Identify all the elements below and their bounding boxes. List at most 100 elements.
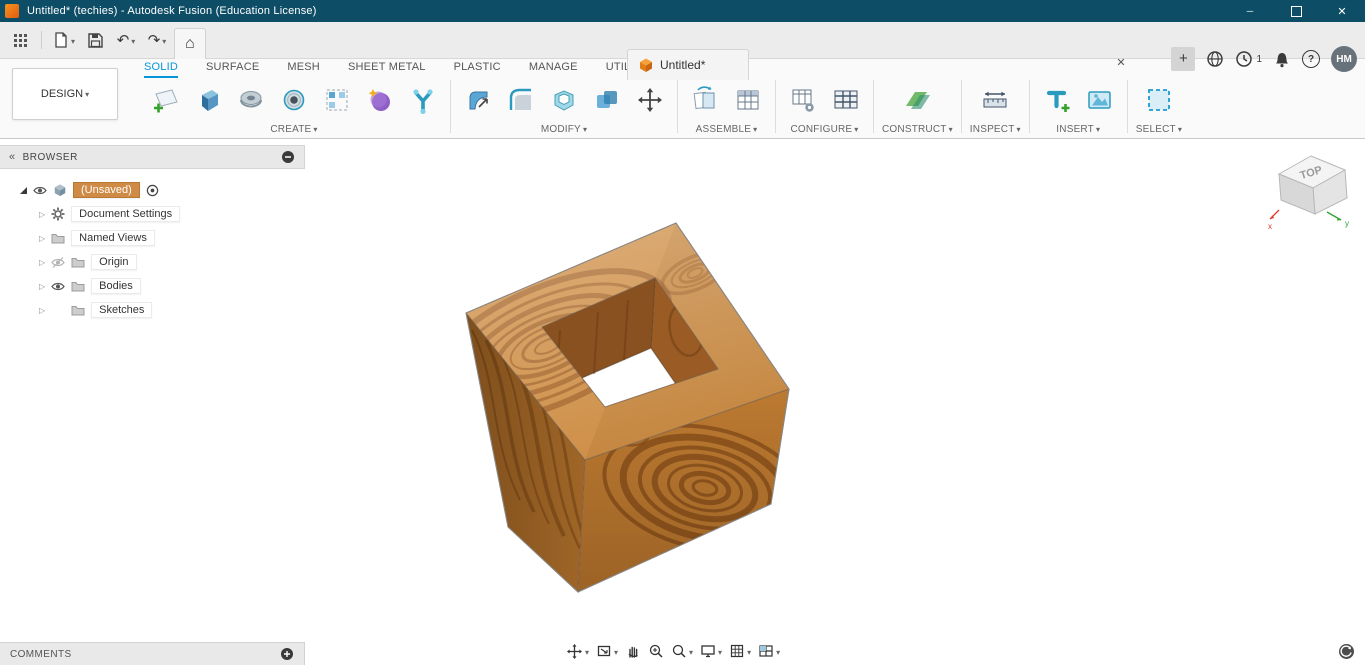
new-tab-button[interactable] <box>1171 47 1196 71</box>
visibility-eye-icon[interactable] <box>33 185 47 196</box>
tree-row-bodies[interactable]: Bodies <box>0 274 305 298</box>
expand-closed-icon[interactable] <box>39 208 45 220</box>
globe-icon <box>1207 51 1224 67</box>
activate-component-icon[interactable] <box>146 184 159 197</box>
move-button[interactable] <box>631 80 669 120</box>
configure-button[interactable] <box>784 80 822 120</box>
create-sketch-button[interactable] <box>146 80 184 120</box>
press-pull-button[interactable] <box>459 80 497 120</box>
group-construct-dropdown[interactable]: CONSTRUCT <box>882 121 953 137</box>
app-toolbar: Untitled* 1 HM <box>0 22 1365 80</box>
app-grid-button[interactable] <box>6 27 34 53</box>
zoom-window-button[interactable] <box>668 640 696 662</box>
help-button[interactable] <box>1302 50 1320 68</box>
measure-button[interactable] <box>976 80 1014 120</box>
revolve-button[interactable] <box>232 80 270 120</box>
group-create-dropdown[interactable]: CREATE <box>270 121 317 137</box>
collapse-all-icon[interactable] <box>281 150 295 164</box>
tree-row-document-settings[interactable]: Document Settings <box>0 202 305 226</box>
file-home-button[interactable] <box>174 27 206 59</box>
insert-derive-button[interactable] <box>1038 80 1076 120</box>
chevron-down-icon <box>160 31 166 49</box>
undo-button[interactable] <box>112 27 140 53</box>
measure-ruler-icon <box>983 91 1007 107</box>
tab-plastic[interactable]: PLASTIC <box>454 58 501 78</box>
job-status-button[interactable]: 1 <box>1235 50 1262 68</box>
job-status-count: 1 <box>1256 53 1262 65</box>
redo-button[interactable] <box>143 27 171 53</box>
group-select-dropdown[interactable]: SELECT <box>1136 121 1182 137</box>
look-at-button[interactable] <box>593 640 621 662</box>
pipe-button[interactable] <box>404 80 442 120</box>
tab-sheet-metal[interactable]: SHEET METAL <box>348 58 426 78</box>
group-insert-dropdown[interactable]: INSERT <box>1056 121 1100 137</box>
maximize-button[interactable] <box>1273 0 1319 22</box>
collapse-panel-icon[interactable] <box>9 151 23 163</box>
file-menu-button[interactable] <box>49 27 78 53</box>
joint-button[interactable] <box>729 80 767 120</box>
tree-row-origin[interactable]: Origin <box>0 250 305 274</box>
viewcube[interactable]: TOP x y <box>1265 148 1357 240</box>
shell-button[interactable] <box>545 80 583 120</box>
document-tab[interactable]: Untitled* <box>627 49 749 80</box>
tab-surface[interactable]: SURFACE <box>206 58 259 78</box>
new-component-icon <box>693 85 715 109</box>
orbit-button[interactable] <box>563 640 592 662</box>
tree-row-root[interactable]: (Unsaved) <box>0 178 305 202</box>
tree-row-sketches[interactable]: Sketches <box>0 298 305 322</box>
sync-status-button[interactable] <box>1338 643 1355 660</box>
sync-status-icon <box>1339 644 1354 659</box>
tree-item-label[interactable]: Bodies <box>91 278 141 294</box>
group-assemble-dropdown[interactable]: ASSEMBLE <box>696 121 758 137</box>
new-component-button[interactable] <box>686 80 724 120</box>
document-tab-close-button[interactable] <box>1112 53 1130 71</box>
group-configure-dropdown[interactable]: CONFIGURE <box>790 121 858 137</box>
tab-manage[interactable]: MANAGE <box>529 58 578 78</box>
gear-icon <box>51 207 65 221</box>
construct-plane-button[interactable] <box>898 80 936 120</box>
display-settings-button[interactable] <box>697 640 725 662</box>
configuration-table-button[interactable] <box>827 80 865 120</box>
comments-panel[interactable]: COMMENTS <box>0 642 305 665</box>
select-button[interactable] <box>1140 80 1178 120</box>
grid-snap-button[interactable] <box>726 640 754 662</box>
combine-button[interactable] <box>588 80 626 120</box>
tab-solid[interactable]: SOLID <box>144 58 179 78</box>
fillet-button[interactable] <box>502 80 540 120</box>
hole-button[interactable] <box>275 80 313 120</box>
avatar[interactable]: HM <box>1331 46 1357 72</box>
zoom-button[interactable] <box>645 640 667 662</box>
expand-closed-icon[interactable] <box>39 256 45 268</box>
pan-button[interactable] <box>622 640 644 662</box>
group-inspect-dropdown[interactable]: INSPECT <box>970 121 1021 137</box>
tree-item-label[interactable]: Named Views <box>71 230 155 246</box>
viewports-button[interactable] <box>755 640 783 662</box>
expand-closed-icon[interactable] <box>39 232 45 244</box>
tree-item-label[interactable]: Document Settings <box>71 206 181 222</box>
undo-icon <box>117 31 130 50</box>
insert-canvas-button[interactable] <box>1081 80 1119 120</box>
extrude-button[interactable] <box>189 80 227 120</box>
visibility-eye-icon[interactable] <box>51 281 65 292</box>
add-comment-icon[interactable] <box>280 647 294 661</box>
chevron-down-icon <box>774 642 780 660</box>
quick-access-toolbar <box>6 22 206 59</box>
tree-item-label[interactable]: Sketches <box>91 302 153 318</box>
tree-row-named-views[interactable]: Named Views <box>0 226 305 250</box>
pattern-button[interactable] <box>318 80 356 120</box>
visibility-off-eye-icon[interactable] <box>51 256 65 268</box>
expand-open-icon[interactable] <box>20 186 27 194</box>
create-form-button[interactable] <box>361 80 399 120</box>
group-modify-dropdown[interactable]: MODIFY <box>541 121 587 137</box>
notifications-button[interactable] <box>1273 51 1291 68</box>
workspace-selector[interactable]: DESIGN <box>12 68 118 120</box>
tree-item-label[interactable]: Origin <box>91 254 137 270</box>
extensions-button[interactable] <box>1206 50 1224 68</box>
save-button[interactable] <box>81 27 109 53</box>
expand-closed-icon[interactable] <box>39 280 45 292</box>
root-document-label[interactable]: (Unsaved) <box>73 182 140 198</box>
tab-mesh[interactable]: MESH <box>287 58 320 78</box>
expand-closed-icon[interactable] <box>39 304 45 316</box>
close-button[interactable] <box>1319 0 1365 22</box>
minimize-button[interactable] <box>1227 0 1273 22</box>
